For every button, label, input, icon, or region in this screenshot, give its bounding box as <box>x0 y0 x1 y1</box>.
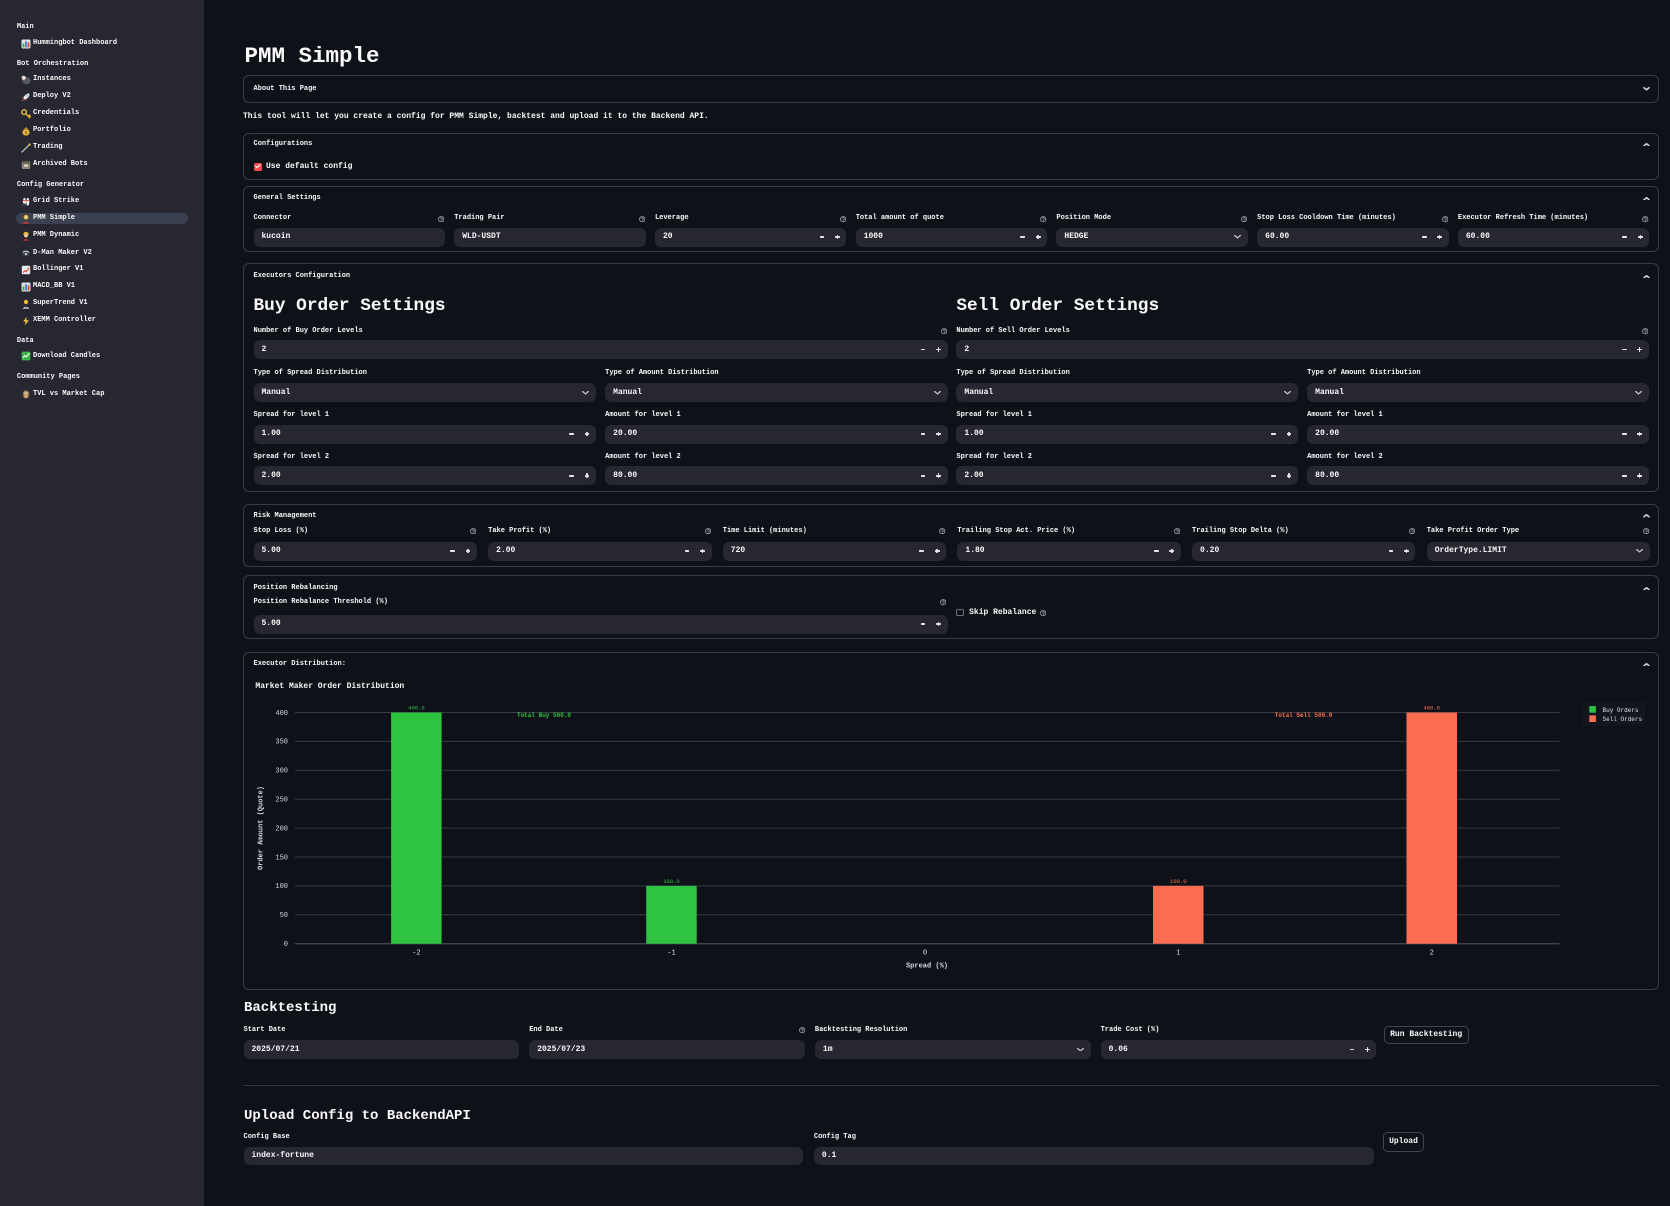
svg-text:100.0: 100.0 <box>1170 878 1187 885</box>
svg-text:Total Sell 500.0: Total Sell 500.0 <box>1275 712 1333 719</box>
svg-text:350: 350 <box>275 739 288 747</box>
svg-text:100: 100 <box>275 883 288 891</box>
svg-text:50: 50 <box>280 912 288 920</box>
svg-text:400.0: 400.0 <box>408 705 425 712</box>
svg-text:Sell Orders: Sell Orders <box>1603 716 1643 723</box>
svg-text:100.0: 100.0 <box>663 878 680 885</box>
svg-text:$: $ <box>24 130 27 136</box>
svg-text:-2: -2 <box>412 950 420 958</box>
svg-text:0: 0 <box>923 950 927 958</box>
svg-text:Buy Orders: Buy Orders <box>1603 707 1639 714</box>
svg-text:250: 250 <box>275 797 288 805</box>
svg-text:200: 200 <box>275 825 288 833</box>
svg-text:400: 400 <box>275 710 288 718</box>
svg-text:0: 0 <box>284 941 288 949</box>
svg-text:1: 1 <box>1176 950 1180 958</box>
svg-text:Order Amount (Quote): Order Amount (Quote) <box>257 786 265 870</box>
svg-text:2: 2 <box>1430 950 1434 958</box>
svg-text:150: 150 <box>275 854 288 862</box>
svg-text:Total Buy 500.0: Total Buy 500.0 <box>517 712 571 719</box>
svg-text:400.0: 400.0 <box>1423 705 1440 712</box>
svg-text:Spread (%): Spread (%) <box>906 963 948 971</box>
svg-text:300: 300 <box>275 768 288 776</box>
svg-text:-1: -1 <box>667 950 675 958</box>
